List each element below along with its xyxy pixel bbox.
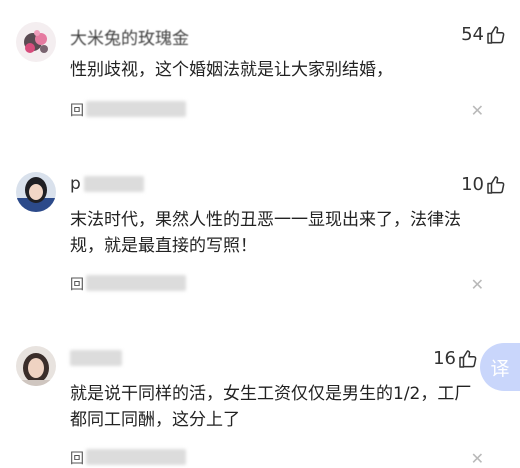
redacted-username <box>84 176 144 192</box>
reply-button[interactable]: 回 <box>70 451 84 467</box>
like-count: 10 <box>461 174 484 195</box>
reply-row: 回 <box>70 448 84 468</box>
reply-button[interactable]: 回 <box>70 277 84 293</box>
comment-text: 就是说干同样的活，女生工资仅仅是男生的1/2，工厂都同工同酬，这分上了 <box>70 384 472 430</box>
thumbs-up-icon[interactable] <box>486 175 506 195</box>
reply-row: 回 <box>70 274 84 294</box>
redacted-username <box>70 350 122 366</box>
reply-row: 回 <box>70 100 84 120</box>
avatar[interactable] <box>16 346 56 386</box>
like-count: 16 <box>433 348 456 369</box>
thumbs-up-icon[interactable] <box>486 25 506 45</box>
thumbs-up-icon[interactable] <box>458 349 478 369</box>
comment-text: 末法时代，果然人性的丑恶一一显现出来了，法律法规，就是最直接的写照！ <box>70 210 461 256</box>
redacted-text <box>86 449 186 465</box>
close-icon[interactable]: ✕ <box>471 275 484 294</box>
translate-label: 译 <box>490 357 510 380</box>
avatar[interactable] <box>16 172 56 212</box>
username[interactable]: p <box>70 174 81 194</box>
close-icon[interactable]: ✕ <box>471 101 484 120</box>
username[interactable]: 大米兔的玫瑰金 <box>70 24 189 49</box>
like-count: 54 <box>461 24 484 45</box>
reply-button[interactable]: 回 <box>70 103 84 119</box>
avatar[interactable] <box>16 22 56 62</box>
close-icon[interactable]: ✕ <box>471 449 484 468</box>
redacted-text <box>86 275 186 291</box>
translate-button[interactable]: 译 <box>480 343 520 391</box>
comment-text: 性别歧视，这个婚姻法就是让大家别结婚， <box>70 60 393 80</box>
redacted-text <box>86 101 186 117</box>
